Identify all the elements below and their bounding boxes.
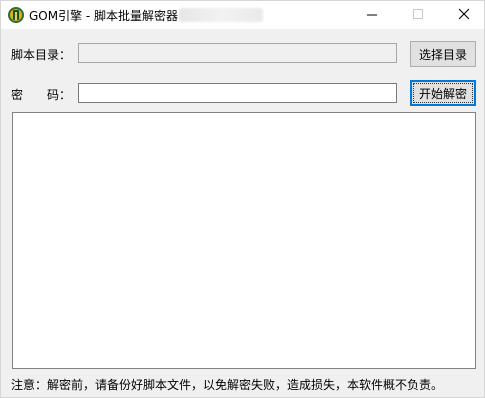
close-button[interactable] <box>441 1 485 29</box>
minimize-icon <box>367 14 377 16</box>
password-field[interactable] <box>78 83 397 103</box>
main-window: GOM引擎 - 脚本批量解密器 脚本目录： 选择目录 密 码： 开始解密 注意：… <box>0 0 485 398</box>
window-title: GOM引擎 - 脚本批量解密器 <box>29 9 179 23</box>
minimize-button[interactable] <box>349 1 395 29</box>
start-decrypt-button[interactable]: 开始解密 <box>410 80 476 106</box>
title-bar[interactable]: GOM引擎 - 脚本批量解密器 <box>1 1 484 29</box>
password-label: 密 码： <box>11 88 72 102</box>
select-directory-button[interactable]: 选择目录 <box>410 41 476 67</box>
maximize-button[interactable] <box>395 1 441 29</box>
script-dir-label: 脚本目录： <box>11 48 72 62</box>
title-redacted-area <box>179 8 263 22</box>
app-logo-icon <box>7 6 25 24</box>
close-icon <box>458 8 470 20</box>
maximize-icon <box>413 9 423 19</box>
log-output-area[interactable] <box>12 112 476 369</box>
notice-text: 注意：解密前，请备份好脚本文件，以免解密失败，造成损失，本软件概不负责。 <box>11 378 444 392</box>
script-dir-field[interactable] <box>78 43 397 63</box>
